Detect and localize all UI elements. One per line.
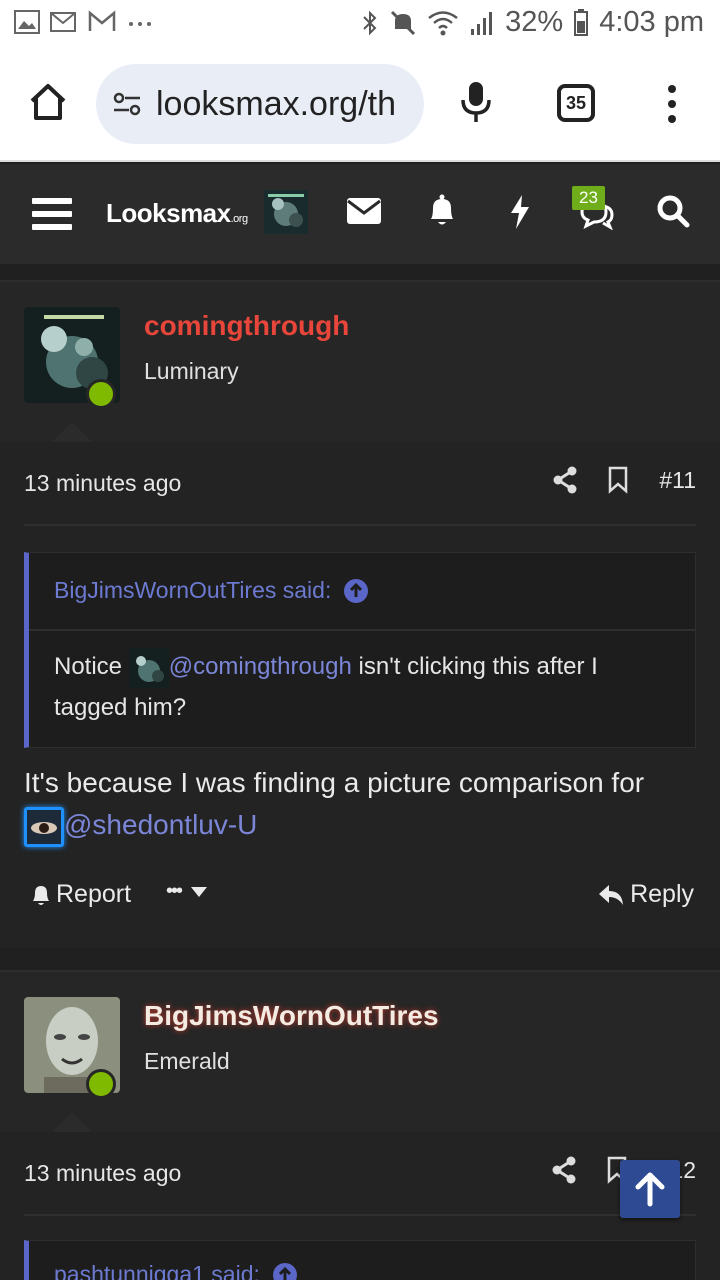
address-bar[interactable]: looksmax.org/th — [96, 64, 424, 144]
bell-icon — [431, 194, 453, 225]
voice-search-button[interactable] — [458, 80, 494, 124]
quote-block: pashtunnigga1 said: — [24, 1240, 696, 1280]
share-icon — [553, 466, 577, 494]
bluetooth-icon — [363, 10, 377, 35]
search-button[interactable] — [656, 194, 690, 238]
home-icon — [30, 84, 66, 120]
site-settings-icon — [113, 92, 141, 116]
reply-icon — [599, 884, 624, 905]
share-button[interactable] — [552, 1156, 576, 1184]
avatar-image — [27, 809, 61, 844]
mention-avatar — [24, 806, 64, 847]
gmail-icon — [88, 10, 116, 31]
status-bar: 32% 4:03 pm — [0, 0, 720, 50]
search-icon — [657, 195, 690, 228]
whats-new-button[interactable] — [508, 194, 532, 238]
tab-switcher-button[interactable]: 35 — [557, 84, 595, 122]
divider — [24, 1214, 696, 1216]
account-avatar[interactable] — [264, 190, 308, 234]
logo-suffix: .org — [230, 213, 248, 225]
post-timestamp[interactable]: 13 minutes ago — [24, 1160, 181, 1187]
share-icon — [552, 1156, 576, 1184]
report-button[interactable]: Report — [30, 880, 131, 909]
avatar-image — [264, 190, 308, 234]
site-logo[interactable]: Looksmax.org — [106, 198, 248, 229]
more-notifications-icon — [129, 22, 151, 26]
message-body: It's because I was finding a picture com… — [24, 767, 645, 798]
microphone-icon — [461, 82, 491, 122]
wifi-icon — [428, 10, 458, 35]
more-options-button[interactable]: ••• — [166, 880, 208, 903]
logo-text: Looksmax — [106, 198, 231, 228]
post-timestamp[interactable]: 13 minutes ago — [24, 470, 181, 497]
user-mention[interactable]: @comingthrough — [169, 653, 352, 680]
home-button[interactable] — [26, 80, 70, 124]
battery-percent: 32% — [505, 6, 564, 38]
bookmark-icon — [609, 466, 628, 494]
share-button[interactable] — [553, 466, 577, 494]
reply-label: Reply — [630, 880, 694, 908]
quote-text: Notice @comingthrough isn't clicking thi… — [54, 647, 674, 728]
conversations-badge: 23 — [572, 186, 605, 210]
mute-icon — [391, 10, 416, 35]
signal-icon — [471, 11, 493, 35]
jump-to-quote-icon — [272, 1262, 297, 1280]
chevron-down-icon — [191, 886, 208, 897]
clock: 4:03 pm — [599, 6, 704, 38]
battery-icon — [574, 8, 589, 36]
browser-menu-button[interactable] — [664, 84, 680, 124]
quote-pre: Notice — [54, 653, 123, 680]
user-title: Luminary — [144, 358, 239, 384]
alerts-button[interactable] — [426, 194, 458, 238]
bell-icon — [33, 885, 49, 905]
main-menu-button[interactable] — [32, 192, 72, 236]
forum-header: Looksmax.org 23 — [0, 164, 720, 264]
post-user-header: BigJimsWornOutTires Emerald — [0, 970, 720, 1134]
post-body: 13 minutes ago #12 pashtunnigga1 said: — [0, 1132, 720, 1280]
divider — [29, 629, 696, 631]
message-text: It's because I was finding a picture com… — [24, 762, 704, 847]
quote-header[interactable]: BigJimsWornOutTires said: — [54, 577, 369, 604]
lightning-icon — [511, 195, 529, 229]
gallery-icon — [14, 10, 40, 34]
avatar-image — [128, 647, 169, 688]
mention-avatar — [128, 647, 169, 688]
more-label: ••• — [166, 880, 183, 902]
mail-icon — [50, 12, 76, 32]
username[interactable]: BigJimsWornOutTires — [144, 1000, 439, 1032]
kebab-menu-icon — [668, 85, 676, 123]
bookmark-button[interactable] — [607, 466, 629, 494]
online-indicator — [86, 1069, 116, 1099]
quote-author: pashtunnigga1 said: — [54, 1261, 260, 1280]
post-number[interactable]: #11 — [659, 467, 696, 494]
browser-toolbar: looksmax.org/th 35 — [0, 50, 720, 162]
divider — [24, 524, 696, 526]
quote-block: BigJimsWornOutTires said: Notice @coming… — [24, 552, 696, 748]
envelope-icon — [347, 198, 381, 224]
quote-header[interactable]: pashtunnigga1 said: — [54, 1261, 298, 1280]
user-title: Emerald — [144, 1048, 230, 1074]
jump-to-quote-icon — [344, 578, 369, 603]
post-user-header: comingthrough Luminary — [0, 280, 720, 444]
quote-author: BigJimsWornOutTires said: — [54, 577, 332, 603]
header-arrow — [50, 1112, 94, 1134]
post-body: 13 minutes ago #11 BigJimsWornOutTires s… — [0, 442, 720, 948]
scroll-to-top-button[interactable] — [620, 1160, 680, 1218]
inbox-button[interactable] — [346, 196, 382, 240]
url-text: looksmax.org/th — [156, 84, 396, 123]
header-arrow — [50, 422, 94, 444]
online-indicator — [86, 379, 116, 409]
arrow-up-icon — [635, 1172, 665, 1207]
hamburger-icon — [32, 198, 72, 230]
post-action-bar: #11 — [553, 466, 696, 494]
reply-button[interactable]: Reply — [598, 880, 694, 909]
report-label: Report — [56, 880, 132, 908]
user-mention[interactable]: @shedontluv-U — [64, 809, 257, 840]
username[interactable]: comingthrough — [144, 310, 349, 342]
